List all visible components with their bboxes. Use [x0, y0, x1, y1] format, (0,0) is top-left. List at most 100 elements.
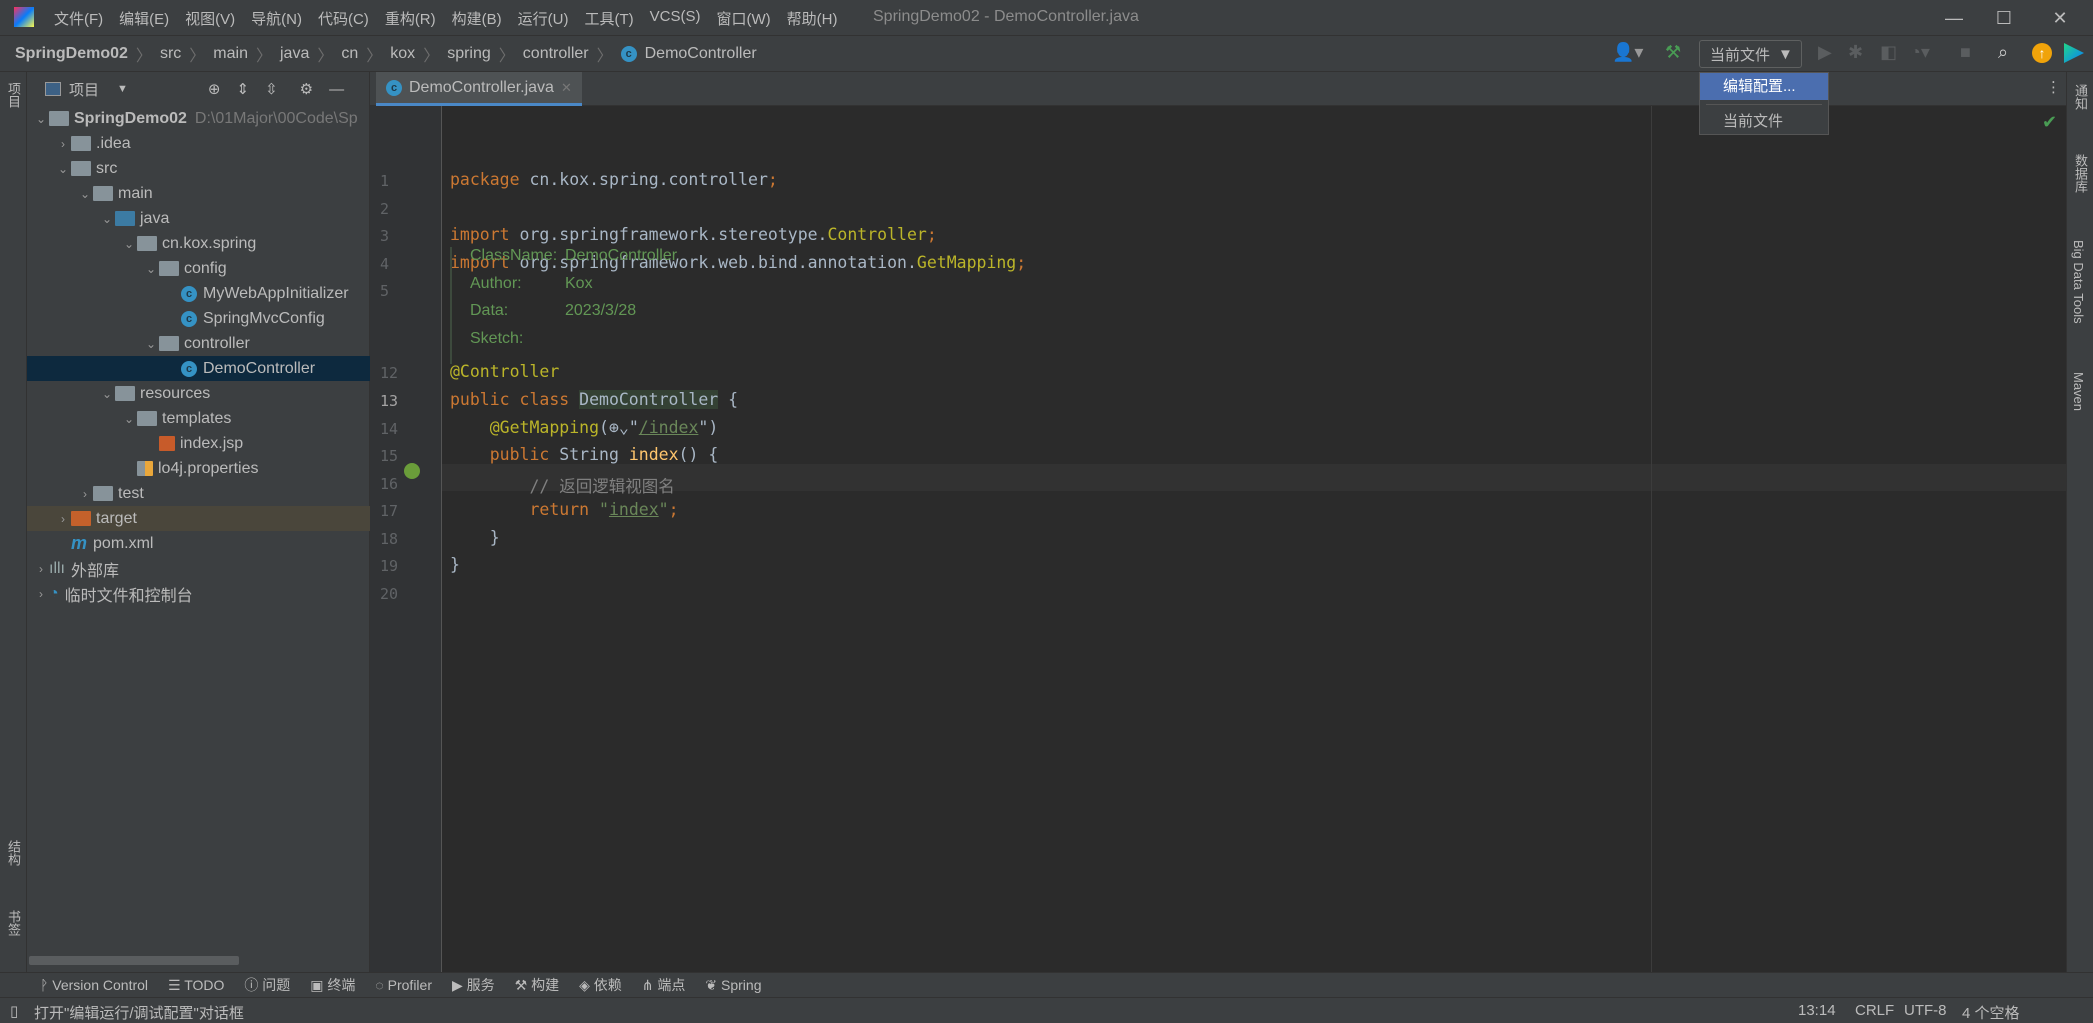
- chevron-right-icon[interactable]: ›: [55, 512, 71, 526]
- notifications-tool-button[interactable]: 通知: [2071, 84, 2090, 110]
- tool-button-problems[interactable]: ⓘ 问题: [244, 975, 290, 995]
- close-button[interactable]: ✕: [2040, 4, 2080, 32]
- maximize-button[interactable]: ☐: [1984, 4, 2024, 32]
- chevron-down-icon[interactable]: ▼: [117, 83, 128, 95]
- breadcrumb-item[interactable]: kox: [390, 45, 415, 63]
- tree-item[interactable]: index.jsp: [27, 431, 370, 456]
- chevron-down-icon[interactable]: ⌄: [33, 112, 49, 126]
- caret-position[interactable]: 13:14: [1798, 1002, 1836, 1019]
- menu-item[interactable]: 帮助(H): [787, 8, 838, 29]
- collapse-all-icon[interactable]: ⇳: [265, 80, 278, 98]
- tree-item[interactable]: c MyWebAppInitializer: [27, 281, 370, 306]
- tool-button-terminal[interactable]: ▣ 终端: [310, 975, 355, 995]
- chevron-right-icon[interactable]: ›: [33, 562, 49, 576]
- breadcrumb-item[interactable]: SpringDemo02: [15, 45, 128, 63]
- encoding[interactable]: UTF-8: [1904, 1002, 1947, 1019]
- code-line[interactable]: }: [450, 555, 460, 574]
- breadcrumb-item[interactable]: main: [213, 45, 248, 63]
- tree-item[interactable]: ⌄ resources: [27, 381, 370, 406]
- menu-item[interactable]: 代码(C): [318, 8, 369, 29]
- expand-all-icon[interactable]: ⇕: [236, 80, 249, 98]
- menu-item[interactable]: 视图(V): [185, 8, 235, 29]
- chevron-down-icon[interactable]: ⌄: [143, 262, 159, 276]
- no-problems-check-icon[interactable]: ✔: [2042, 112, 2057, 133]
- tree-item[interactable]: › target: [27, 506, 370, 531]
- code-line[interactable]: return "index";: [450, 500, 678, 519]
- menu-item[interactable]: 工具(T): [584, 8, 633, 29]
- tree-item[interactable]: lo4j.properties: [27, 456, 370, 481]
- hide-icon[interactable]: —: [329, 81, 344, 98]
- profile-icon[interactable]: ◔▾: [1910, 42, 1930, 63]
- tool-button-version-control[interactable]: ᚹ Version Control: [40, 977, 148, 993]
- tool-button-dependencies[interactable]: ◈ 依赖: [579, 975, 622, 995]
- line-ending[interactable]: CRLF: [1855, 1002, 1894, 1019]
- tree-item[interactable]: ⌄ main: [27, 181, 370, 206]
- menu-item[interactable]: 文件(F): [54, 8, 103, 29]
- menu-item[interactable]: 重构(R): [385, 8, 436, 29]
- chevron-right-icon[interactable]: ›: [33, 587, 49, 601]
- close-tab-icon[interactable]: ✕: [561, 80, 572, 96]
- maven-tool-button[interactable]: Maven: [2071, 372, 2086, 411]
- horizontal-scrollbar[interactable]: [29, 956, 239, 965]
- tree-item[interactable]: ⌄ src: [27, 156, 370, 181]
- menu-item[interactable]: VCS(S): [650, 8, 701, 29]
- code-line[interactable]: // 返回逻辑视图名: [450, 473, 674, 497]
- code-line[interactable]: public class DemoController {: [450, 390, 738, 409]
- breadcrumb-item[interactable]: src: [160, 45, 181, 63]
- chevron-down-icon[interactable]: ⌄: [77, 187, 93, 201]
- menu-item[interactable]: 构建(B): [452, 8, 502, 29]
- bookmarks-tool-button[interactable]: 书签: [4, 910, 23, 936]
- tree-item[interactable]: c SpringMvcConfig: [27, 306, 370, 331]
- tree-item[interactable]: ⌄ templates: [27, 406, 370, 431]
- big-data-tools-button[interactable]: Big Data Tools: [2071, 240, 2086, 324]
- code-line[interactable]: @Controller: [450, 362, 559, 381]
- chevron-down-icon[interactable]: ⌄: [55, 162, 71, 176]
- tool-button-profiler[interactable]: ◌ Profiler: [375, 977, 432, 993]
- more-options-icon[interactable]: ⋮: [2046, 78, 2061, 96]
- structure-tool-button[interactable]: 结构: [4, 840, 23, 866]
- update-icon[interactable]: ↑: [2032, 43, 2052, 63]
- chevron-down-icon[interactable]: ⌄: [143, 337, 159, 351]
- indent[interactable]: 4 个空格: [1962, 1002, 2020, 1023]
- tool-button-endpoints[interactable]: ⋔ 端点: [642, 975, 686, 995]
- code-line[interactable]: }: [450, 528, 500, 547]
- tree-item[interactable]: ⌄ java: [27, 206, 370, 231]
- chevron-down-icon[interactable]: ⌄: [121, 237, 137, 251]
- build-hammer-icon[interactable]: ⚒: [1665, 42, 1681, 63]
- chevron-right-icon[interactable]: ›: [77, 487, 93, 501]
- menu-item-edit-configurations[interactable]: 编辑配置...: [1700, 73, 1828, 100]
- tool-button-todo[interactable]: ☰ TODO: [168, 977, 224, 994]
- run-icon[interactable]: ▶: [1818, 42, 1832, 63]
- tree-item[interactable]: ⌄ cn.kox.spring: [27, 231, 370, 256]
- tree-item[interactable]: ⌄ controller: [27, 331, 370, 356]
- tool-button-spring[interactable]: ❦ Spring: [705, 977, 761, 994]
- breadcrumb-item[interactable]: spring: [447, 45, 491, 63]
- chevron-right-icon[interactable]: ›: [55, 137, 71, 151]
- tree-item[interactable]: c DemoController: [27, 356, 370, 381]
- code-line[interactable]: package cn.kox.spring.controller;: [450, 170, 778, 189]
- chevron-down-icon[interactable]: ⌄: [121, 412, 137, 426]
- menu-item[interactable]: 窗口(W): [716, 8, 770, 29]
- menu-item[interactable]: 运行(U): [518, 8, 569, 29]
- menu-item-current-file[interactable]: 当前文件: [1700, 108, 1828, 135]
- coverage-icon[interactable]: ◧: [1880, 42, 1897, 63]
- code-line[interactable]: @GetMapping(⊕⌄"/index"): [450, 418, 719, 437]
- stop-icon[interactable]: ■: [1960, 42, 1971, 63]
- minimize-button[interactable]: —: [1934, 4, 1974, 32]
- intellij-logo-icon[interactable]: [14, 7, 34, 27]
- tree-item[interactable]: m pom.xml: [27, 531, 370, 556]
- tree-item[interactable]: ⌄ SpringDemo02 D:\01Major\00Code\Sp: [27, 106, 370, 131]
- breadcrumb-item[interactable]: controller: [523, 45, 589, 63]
- menu-item[interactable]: 编辑(E): [119, 8, 169, 29]
- user-icon[interactable]: 👤▾: [1612, 42, 1643, 63]
- breadcrumb-item[interactable]: java: [280, 45, 309, 63]
- tool-button-build[interactable]: ⚒ 构建: [515, 975, 559, 995]
- run-config-select[interactable]: 当前文件 ▼: [1699, 40, 1802, 68]
- code-line[interactable]: import org.springframework.stereotype.Co…: [450, 225, 937, 244]
- project-tool-button[interactable]: 项目: [4, 82, 23, 108]
- debug-icon[interactable]: ✱: [1848, 42, 1863, 63]
- tree-item[interactable]: › ◔ 临时文件和控制台: [27, 581, 370, 606]
- code-line[interactable]: public String index() {: [450, 445, 719, 464]
- spring-mapping-gutter-icon[interactable]: [404, 463, 420, 479]
- menu-item[interactable]: 导航(N): [251, 8, 302, 29]
